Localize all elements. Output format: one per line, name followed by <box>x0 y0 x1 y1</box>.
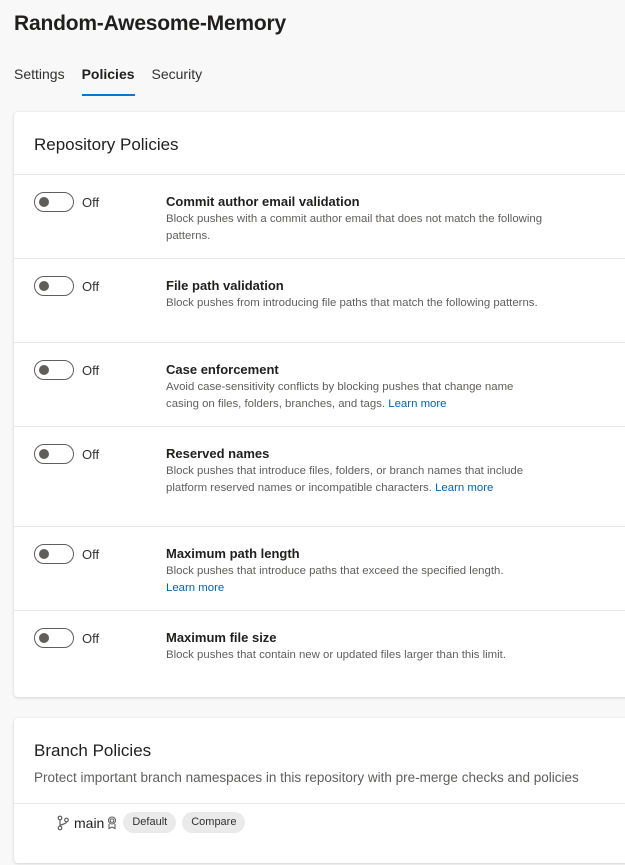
policy-maximum-path-length: Off Maximum path length Block pushes tha… <box>14 526 625 610</box>
policy-toggle: Off <box>34 628 99 648</box>
toggle-state-label: Off <box>82 362 100 378</box>
learn-more-link[interactable]: Learn more <box>166 582 224 594</box>
policy-description: Block pushes with a commit author email … <box>166 213 543 242</box>
file-path-validation-toggle[interactable] <box>34 276 74 296</box>
policy-maximum-file-size: Off Maximum file size Block pushes that … <box>14 610 625 697</box>
policy-toggle: Off <box>34 192 99 212</box>
policy-title: File path validation <box>166 278 284 293</box>
toggle-knob <box>39 365 49 375</box>
repository-policies-card: Repository Policies Off Commit author em… <box>14 112 625 697</box>
case-enforcement-toggle[interactable] <box>34 360 74 380</box>
policy-title: Commit author email validation <box>166 194 360 209</box>
learn-more-link[interactable]: Learn more <box>388 398 446 410</box>
branch-name: main <box>74 814 105 831</box>
git-branch-icon <box>57 815 69 830</box>
policy-reserved-names: Off Reserved names Block pushes that int… <box>14 426 625 526</box>
tab-security[interactable]: Security <box>152 65 203 96</box>
branch-policies-description: Protect important branch namespaces in t… <box>34 770 579 785</box>
tab-bar: Settings Policies Security <box>14 65 219 97</box>
policy-toggle: Off <box>34 360 99 380</box>
policy-title: Case enforcement <box>166 362 279 377</box>
toggle-knob <box>39 449 49 459</box>
toggle-state-label: Off <box>82 630 100 646</box>
compare-badge[interactable]: Compare <box>182 812 246 833</box>
toggle-state-label: Off <box>82 278 100 294</box>
branch-row-main[interactable]: main Default Compare <box>56 812 251 833</box>
tab-settings[interactable]: Settings <box>14 65 65 96</box>
policy-description: Block pushes from introducing file paths… <box>166 297 538 309</box>
toggle-state-label: Off <box>82 446 100 462</box>
branch-policies-title: Branch Policies <box>34 741 152 760</box>
policy-case-enforcement: Off Case enforcement Avoid case-sensitiv… <box>14 342 625 426</box>
toggle-state-label: Off <box>82 546 100 562</box>
policy-file-path-validation: Off File path validation Block pushes fr… <box>14 258 625 342</box>
policy-toggle: Off <box>34 544 99 564</box>
policy-title: Reserved names <box>166 446 270 461</box>
policy-description: Block pushes that introduce paths that e… <box>166 565 504 594</box>
toggle-state-label: Off <box>82 194 100 210</box>
toggle-knob <box>39 281 49 291</box>
policy-description: Block pushes that contain new or updated… <box>166 649 507 661</box>
policy-toggle: Off <box>34 444 99 464</box>
policy-title: Maximum file size <box>166 630 277 645</box>
policy-description: Block pushes that introduce files, folde… <box>166 465 524 494</box>
policy-title: Maximum path length <box>166 546 300 561</box>
policy-toggle: Off <box>34 276 99 296</box>
policy-shield-icon <box>108 815 117 829</box>
toggle-knob <box>39 633 49 643</box>
divider <box>14 803 625 804</box>
tab-policies[interactable]: Policies <box>81 65 135 96</box>
policy-description: Avoid case-sensitivity conflicts by bloc… <box>166 381 514 410</box>
toggle-knob <box>39 197 49 207</box>
default-badge: Default <box>123 812 177 833</box>
repository-policies-title: Repository Policies <box>34 135 179 154</box>
maximum-path-length-toggle[interactable] <box>34 544 74 564</box>
policy-commit-author-email: Off Commit author email validation Block… <box>14 174 625 258</box>
maximum-file-size-toggle[interactable] <box>34 628 74 648</box>
commit-author-email-toggle[interactable] <box>34 192 74 212</box>
toggle-knob <box>39 549 49 559</box>
learn-more-link[interactable]: Learn more <box>435 482 493 494</box>
reserved-names-toggle[interactable] <box>34 444 74 464</box>
branch-policies-card: Branch Policies Protect important branch… <box>14 718 625 863</box>
repo-title: Random-Awesome-Memory <box>14 12 286 35</box>
